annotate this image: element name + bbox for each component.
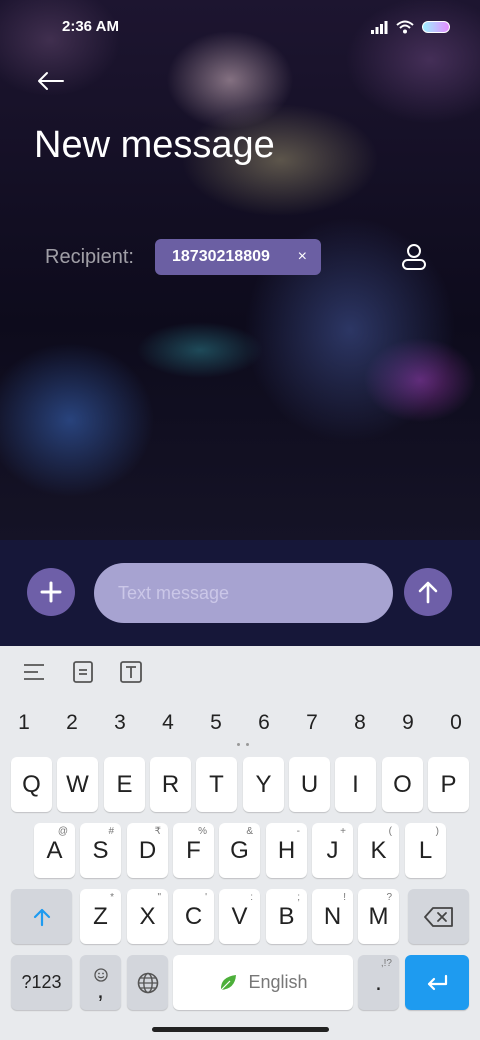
key-t[interactable]: T — [196, 757, 237, 812]
key-9[interactable]: 9 — [384, 706, 432, 740]
gesture-nav-bar[interactable] — [152, 1027, 329, 1032]
key-s[interactable]: # S — [80, 823, 121, 878]
key-e[interactable]: E — [104, 757, 145, 812]
key-y[interactable]: Y — [243, 757, 284, 812]
key-5[interactable]: 5 — [192, 706, 240, 740]
recipient-label: Recipient: — [45, 246, 134, 268]
shift-key[interactable] — [11, 889, 72, 944]
key-r[interactable]: R — [150, 757, 191, 812]
key-a[interactable]: @ A — [34, 823, 75, 878]
key-c[interactable]: ' C — [173, 889, 214, 944]
key-1[interactable]: 1 — [0, 706, 48, 740]
person-icon — [402, 244, 426, 270]
key-g[interactable]: & G — [219, 823, 260, 878]
key-d[interactable]: ₹ D — [127, 823, 168, 878]
key-o[interactable]: O — [382, 757, 423, 812]
emoji-comma-key[interactable]: , — [80, 955, 121, 1010]
add-attachment-button[interactable] — [27, 568, 75, 616]
key-x[interactable]: " X — [127, 889, 168, 944]
page-title: New message — [34, 124, 275, 166]
status-time: 2:36 AM — [62, 18, 119, 35]
plus-icon — [40, 581, 62, 603]
keyboard: 1 2 3 4 5 6 7 8 9 0 Q W E R T Y U I O P … — [0, 646, 480, 1040]
message-input[interactable] — [94, 563, 393, 623]
key-8[interactable]: 8 — [336, 706, 384, 740]
number-row: 1 2 3 4 5 6 7 8 9 0 — [0, 706, 480, 740]
language-key[interactable] — [127, 955, 168, 1010]
back-arrow-icon — [38, 72, 64, 90]
page-dots — [237, 743, 249, 746]
space-key[interactable]: English — [173, 955, 353, 1010]
wifi-icon — [396, 20, 414, 34]
key-z[interactable]: * Z — [80, 889, 121, 944]
send-button[interactable] — [404, 568, 452, 616]
key-3[interactable]: 3 — [96, 706, 144, 740]
backspace-icon — [423, 906, 453, 927]
status-bar: 2:36 AM — [0, 0, 480, 56]
recipient-chip[interactable]: 18730218809 × — [155, 239, 321, 275]
back-button[interactable] — [30, 64, 70, 98]
keyboard-toolbar — [0, 646, 480, 698]
key-k[interactable]: (K — [358, 823, 399, 878]
key-i[interactable]: I — [335, 757, 376, 812]
key-v[interactable]: :V — [219, 889, 260, 944]
arrow-up-icon — [418, 581, 438, 604]
key-q[interactable]: Q — [11, 757, 52, 812]
key-l[interactable]: ) L — [405, 823, 446, 878]
symbols-key[interactable]: ?123 — [11, 955, 72, 1010]
backspace-key[interactable] — [408, 889, 469, 944]
key-j[interactable]: + J — [312, 823, 353, 878]
key-p[interactable]: P — [428, 757, 469, 812]
recipient-chip-number: 18730218809 — [172, 248, 270, 265]
text-format-icon[interactable] — [118, 659, 144, 685]
key-f[interactable]: % F — [173, 823, 214, 878]
status-icons — [371, 18, 450, 36]
key-m[interactable]: ? M — [358, 889, 399, 944]
key-2[interactable]: 2 — [48, 706, 96, 740]
shift-arrow-icon — [33, 908, 50, 926]
period-key[interactable]: ,!?. — [358, 955, 399, 1010]
enter-icon — [427, 974, 448, 990]
contacts-button[interactable] — [398, 240, 430, 274]
enter-key[interactable] — [405, 955, 469, 1010]
key-u[interactable]: U — [289, 757, 330, 812]
key-4[interactable]: 4 — [144, 706, 192, 740]
key-b[interactable]: ; B — [266, 889, 307, 944]
leaf-icon — [221, 974, 237, 990]
key-w[interactable]: W — [57, 757, 98, 812]
key-0[interactable]: 0 — [432, 706, 480, 740]
key-6[interactable]: 6 — [240, 706, 288, 740]
menu-lines-icon[interactable] — [21, 659, 47, 685]
clipboard-icon[interactable] — [70, 659, 96, 685]
compose-bar — [0, 540, 480, 646]
key-h[interactable]: -H — [266, 823, 307, 878]
key-n[interactable]: ! N — [312, 889, 353, 944]
key-7[interactable]: 7 — [288, 706, 336, 740]
globe-icon — [137, 972, 158, 993]
signal-icon — [371, 20, 388, 34]
remove-recipient-icon[interactable]: × — [298, 248, 307, 266]
battery-icon — [422, 21, 450, 33]
